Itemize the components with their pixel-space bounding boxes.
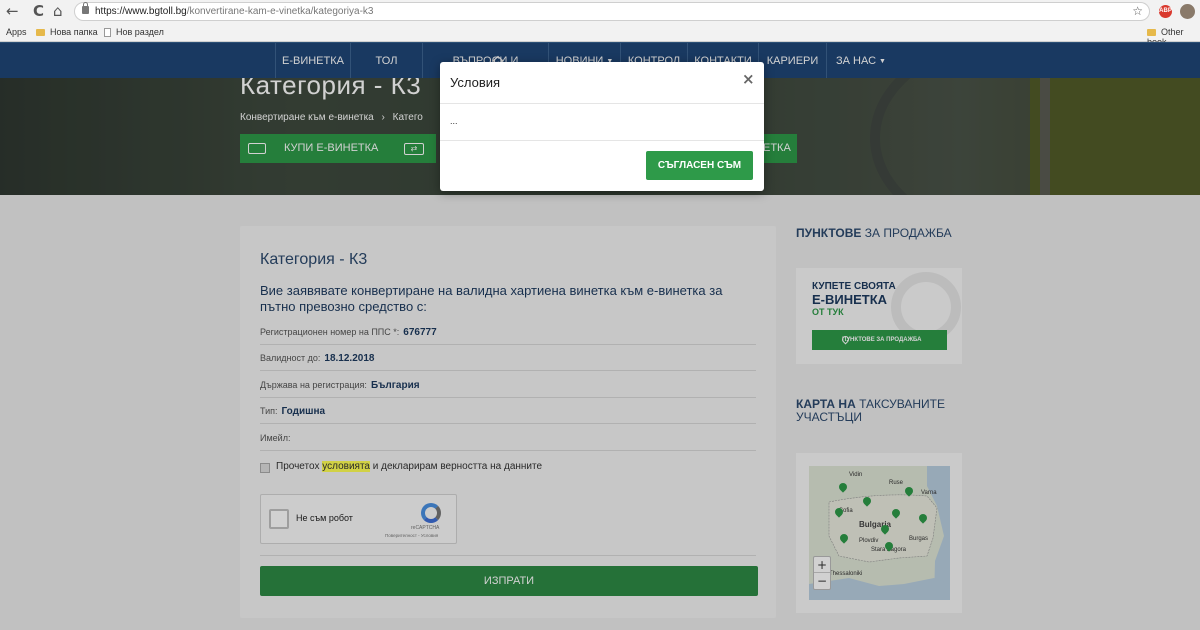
terms-checkbox[interactable] <box>260 463 270 473</box>
form-subtitle: Вие заявявате конвертиране на валидна ха… <box>260 283 723 314</box>
recaptcha-widget: Не съм робот reCAPTCHA Поверителност - У… <box>260 494 457 544</box>
form-divider <box>260 555 756 556</box>
agree-button[interactable]: СЪГЛАСЕН СЪМ <box>646 151 753 180</box>
hero-title: Категория - К3 <box>240 78 422 100</box>
swap-icon: ⇄ <box>404 143 424 155</box>
modal-title: Условия <box>450 75 501 90</box>
field-country: Държава на регистрация: България <box>260 380 756 398</box>
field-label: Имейл: <box>260 433 291 443</box>
map-label: Vidin <box>849 472 863 478</box>
browser-chrome: ← C ⌂ https://www.bgtoll.bg/konvertirane… <box>0 0 1200 47</box>
map-label: Thessaloniki <box>829 571 863 577</box>
nav-toll[interactable]: ТОЛ <box>351 43 423 79</box>
map-label: Plovdiv <box>859 538 879 544</box>
sales-points-button-label: ПУНКТОВЕ ЗА ПРОДАЖБА <box>842 337 922 343</box>
map-label: Burgas <box>909 536 929 542</box>
nav-home[interactable] <box>240 43 504 79</box>
breadcrumb: Конвертиране към е-винетка › Катего <box>240 112 423 123</box>
field-label: Тип: <box>260 406 278 416</box>
ticket-icon <box>248 143 266 154</box>
zoom-out-button[interactable]: − <box>814 573 830 589</box>
close-icon[interactable]: × <box>742 71 755 87</box>
field-email: Имейл: <box>260 433 756 451</box>
field-label: Държава на регистрация: <box>260 380 367 390</box>
bookmark-label: Нова папка <box>50 27 98 37</box>
modal-divider <box>440 140 764 141</box>
promo-line-3: ОТ ТУК <box>812 307 844 317</box>
nav-about[interactable]: ЗА НАС ▼ <box>827 43 895 79</box>
profile-avatar[interactable] <box>1180 4 1195 19</box>
terms-modal: Условия × ... СЪГЛАСЕН СЪМ <box>440 62 764 191</box>
sales-points-heading: ПУНКТОВЕ ЗА ПРОДАЖБА <box>796 227 952 240</box>
promo-banner[interactable]: КУПЕТЕ СВОЯТА Е-ВИНЕТКА ОТ ТУК ПУНКТОВЕ … <box>796 268 962 364</box>
nav-e-vignette[interactable]: Е-ВИНЕТКА <box>276 43 351 79</box>
convert-button-right[interactable]: ЕТКА <box>763 134 797 163</box>
bookmark-star-icon[interactable]: ☆ <box>1132 3 1143 20</box>
lock-icon <box>82 2 89 14</box>
heading-rest: ЗА ПРОДАЖБА <box>861 226 952 240</box>
toll-map-heading: КАРТА НА ТАКСУВАНИТЕ УЧАСТЪЦИ <box>796 398 962 424</box>
address-bar[interactable]: https://www.bgtoll.bg/konvertirane-kam-e… <box>74 2 1150 21</box>
bookmark-new-folder[interactable]: Нова папка <box>36 27 98 37</box>
recaptcha-icon <box>421 503 441 523</box>
recaptcha-label: Не съм робот <box>296 513 353 523</box>
buy-e-vignette-label: КУПИ Е-ВИНЕТКА <box>284 142 379 154</box>
toll-map[interactable]: Vidin Varna Sofia Bulgaria Plovdiv Burga… <box>809 466 950 600</box>
promo-line-2: Е-ВИНЕТКА <box>812 292 888 307</box>
sales-points-button[interactable]: ПУНКТОВЕ ЗА ПРОДАЖБА <box>812 330 947 350</box>
nav-careers[interactable]: КАРИЕРИ <box>759 43 827 79</box>
convert-button-left[interactable]: ⇄ <box>396 134 436 163</box>
zoom-in-button[interactable]: + <box>814 557 830 573</box>
terms-link[interactable]: условията <box>322 461 370 472</box>
field-value: 18.12.2018 <box>324 353 375 364</box>
field-validity: Валидност до: 18.12.2018 <box>260 353 756 371</box>
folder-icon <box>36 29 45 37</box>
field-value: 676777 <box>403 327 437 338</box>
back-icon[interactable]: ← <box>6 3 19 19</box>
modal-body: ... <box>450 116 458 126</box>
field-label: Регистрационен номер на ППС *: <box>260 327 400 337</box>
recaptcha-brand: reCAPTCHA <box>411 525 440 531</box>
modal-divider <box>440 103 764 104</box>
toll-map-card: Vidin Varna Sofia Bulgaria Plovdiv Burga… <box>796 453 962 613</box>
promo-line-1: КУПЕТЕ СВОЯТА <box>812 281 896 292</box>
home-icon[interactable]: ⌂ <box>53 3 63 19</box>
field-value: България <box>370 380 420 391</box>
breadcrumb-current: Катего <box>392 112 423 123</box>
page-icon <box>104 28 111 38</box>
field-type: Тип: Годишна <box>260 406 756 424</box>
map-label: Ruse <box>889 480 904 486</box>
url-path: /konvertirane-kam-e-vinetka/kategoriya-k… <box>186 6 374 17</box>
convert-button-label: ЕТКА <box>763 142 791 154</box>
bookmark-new-tab[interactable]: Нов раздел <box>104 27 164 38</box>
form-title: Категория - К3 <box>260 251 368 268</box>
url-host: https://www.bgtoll.bg <box>95 6 187 17</box>
adblock-icon[interactable]: ABP <box>1159 5 1172 18</box>
breadcrumb-home[interactable]: Конвертиране към е-винетка <box>240 112 374 123</box>
bookmark-apps[interactable]: Apps <box>6 27 27 37</box>
heading-bold: КАРТА НА <box>796 397 856 411</box>
terms-text-post: и декларирам верността на данните <box>369 461 543 472</box>
caret-down-icon: ▼ <box>879 58 886 65</box>
page-root: ← C ⌂ https://www.bgtoll.bg/konvertirane… <box>0 0 1200 630</box>
conversion-form: Категория - К3 Вие заявявате конвертиран… <box>240 226 776 618</box>
recaptcha-checkbox[interactable] <box>269 509 289 529</box>
reload-icon[interactable]: C <box>33 3 44 19</box>
terms-text-pre: Прочетох <box>276 461 323 472</box>
breadcrumb-separator: › <box>381 112 385 123</box>
nav-about-label: ЗА НАС <box>836 55 877 67</box>
recaptcha-links[interactable]: Поверителност - Условия <box>385 533 438 538</box>
map-label: Varna <box>921 490 937 496</box>
field-value: Годишна <box>281 406 326 417</box>
bookmark-label: Нов раздел <box>116 27 164 37</box>
submit-button[interactable]: ИЗПРАТИ <box>260 566 758 596</box>
field-label: Валидност до: <box>260 353 321 363</box>
map-zoom-control: + − <box>813 556 831 590</box>
terms-label: Прочетох условията и декларирам верностт… <box>276 461 542 472</box>
field-registration: Регистрационен номер на ППС *: 676777 <box>260 327 756 345</box>
heading-bold: ПУНКТОВЕ <box>796 226 862 240</box>
folder-icon <box>1147 29 1156 37</box>
